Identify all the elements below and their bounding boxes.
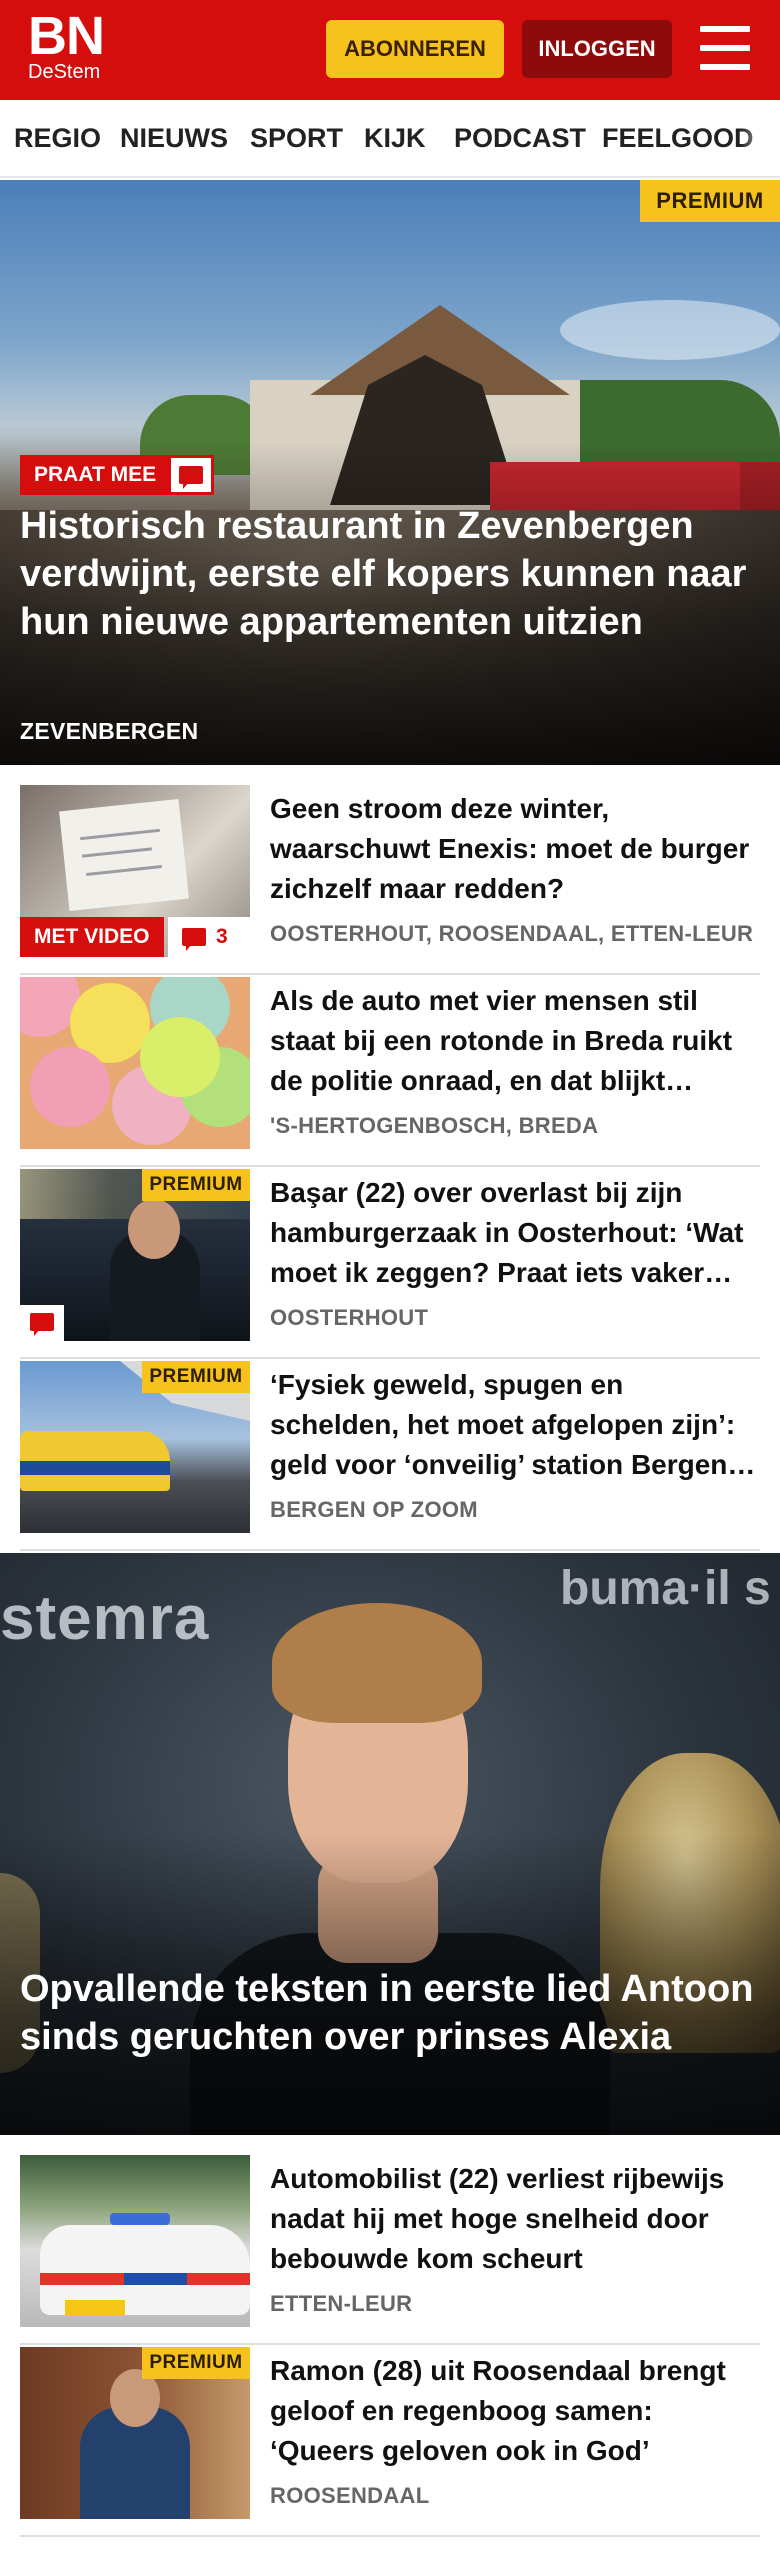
list-item[interactable]: PREMIUM Başar (22) over overlast bij zij… xyxy=(20,1169,760,1359)
stemra-logo: stemra xyxy=(0,1584,210,1653)
article-thumbnail: PREMIUM xyxy=(20,1169,250,1341)
article-title[interactable]: Automobilist (22) verliest rijbewijs nad… xyxy=(270,2159,760,2279)
section-nav: REGIO NIEUWS SPORT KIJK PODCAST FEELGOOD xyxy=(0,100,780,178)
praat-mee-tag: PRAAT MEE xyxy=(20,455,171,495)
site-logo[interactable]: BN DeStem xyxy=(28,6,105,83)
article-title[interactable]: Ramon (28) uit Roosendaal brengt geloof … xyxy=(270,2351,760,2471)
nav-item-kijk[interactable]: KIJK xyxy=(364,100,426,176)
article-location: 'S-HERTOGENBOSCH, BREDA xyxy=(270,1113,599,1138)
login-button[interactable]: INLOGGEN xyxy=(522,20,672,78)
nav-item-feelgood[interactable]: FEELGOOD xyxy=(602,100,754,176)
comment-bubble-icon xyxy=(168,455,214,495)
buma-logo: buma·il s xyxy=(560,1562,771,1615)
article-location: BERGEN OP ZOOM xyxy=(270,1497,478,1522)
article-title[interactable]: Geen stroom deze winter, waarschuwt Enex… xyxy=(270,789,760,909)
nav-scroll-fade xyxy=(740,100,780,176)
list-item[interactable]: PREMIUM ‘Fysiek geweld, spugen en scheld… xyxy=(20,1361,760,1551)
article-thumbnail xyxy=(20,977,250,1149)
feature-title[interactable]: Opvallende teksten in eerste lied Antoon… xyxy=(20,1965,760,2061)
video-badge: MET VIDEO xyxy=(20,917,164,957)
comment-count-badge: 3 xyxy=(168,917,250,957)
article-thumbnail: PREMIUM xyxy=(20,1361,250,1533)
article-title[interactable]: Als de auto met vier mensen stil staat b… xyxy=(270,981,760,1101)
comment-bubble-icon xyxy=(20,1305,64,1341)
premium-badge: PREMIUM xyxy=(640,180,780,222)
article-location: ETTEN-LEUR xyxy=(270,2291,413,2316)
list-item[interactable]: Als de auto met vier mensen stil staat b… xyxy=(20,977,760,1167)
feature-image-person xyxy=(272,1603,482,1723)
article-location: ROOSENDAAL xyxy=(270,2483,430,2508)
article-thumbnail xyxy=(20,2155,250,2327)
article-location: OOSTERHOUT, ROOSENDAAL, ETTEN-LEUR xyxy=(270,921,754,946)
premium-badge: PREMIUM xyxy=(142,1361,250,1393)
hero-location: ZEVENBERGEN xyxy=(20,718,199,744)
premium-badge: PREMIUM xyxy=(142,1169,250,1201)
nav-item-nieuws[interactable]: NIEUWS xyxy=(120,100,228,176)
premium-badge: PREMIUM xyxy=(142,2347,250,2379)
list-item[interactable]: MET VIDEO 3 Geen stroom deze winter, waa… xyxy=(20,785,760,975)
article-title[interactable]: ‘Fysiek geweld, spugen en schelden, het … xyxy=(270,1365,760,1485)
article-location: OOSTERHOUT xyxy=(270,1305,429,1330)
logo-sub: DeStem xyxy=(28,61,101,83)
comment-count: 3 xyxy=(216,925,228,948)
hero-title[interactable]: Historisch restaurant in Zevenbergen ver… xyxy=(20,502,760,646)
article-title[interactable]: Başar (22) over overlast bij zijn hambur… xyxy=(270,1173,760,1293)
nav-item-sport[interactable]: SPORT xyxy=(250,100,343,176)
feature-article[interactable]: stemra buma·il s Opvallende teksten in e… xyxy=(0,1553,780,2135)
logo-main: BN xyxy=(28,6,105,66)
site-header: BN DeStem ABONNEREN INLOGGEN xyxy=(0,0,780,100)
comment-bubble-icon xyxy=(182,928,206,951)
subscribe-button[interactable]: ABONNEREN xyxy=(326,20,504,78)
list-item[interactable]: Automobilist (22) verliest rijbewijs nad… xyxy=(20,2155,760,2345)
nav-item-podcast[interactable]: PODCAST xyxy=(454,100,586,176)
article-thumbnail: MET VIDEO 3 xyxy=(20,785,250,957)
article-thumbnail: PREMIUM xyxy=(20,2347,250,2519)
nav-item-regio[interactable]: REGIO xyxy=(14,100,101,176)
hamburger-menu-icon[interactable] xyxy=(700,26,752,72)
hero-image-cloud xyxy=(560,300,780,360)
hero-article[interactable]: PREMIUM PRAAT MEE Historisch restaurant … xyxy=(0,180,780,765)
list-item[interactable]: PREMIUM Ramon (28) uit Roosendaal brengt… xyxy=(20,2347,760,2537)
